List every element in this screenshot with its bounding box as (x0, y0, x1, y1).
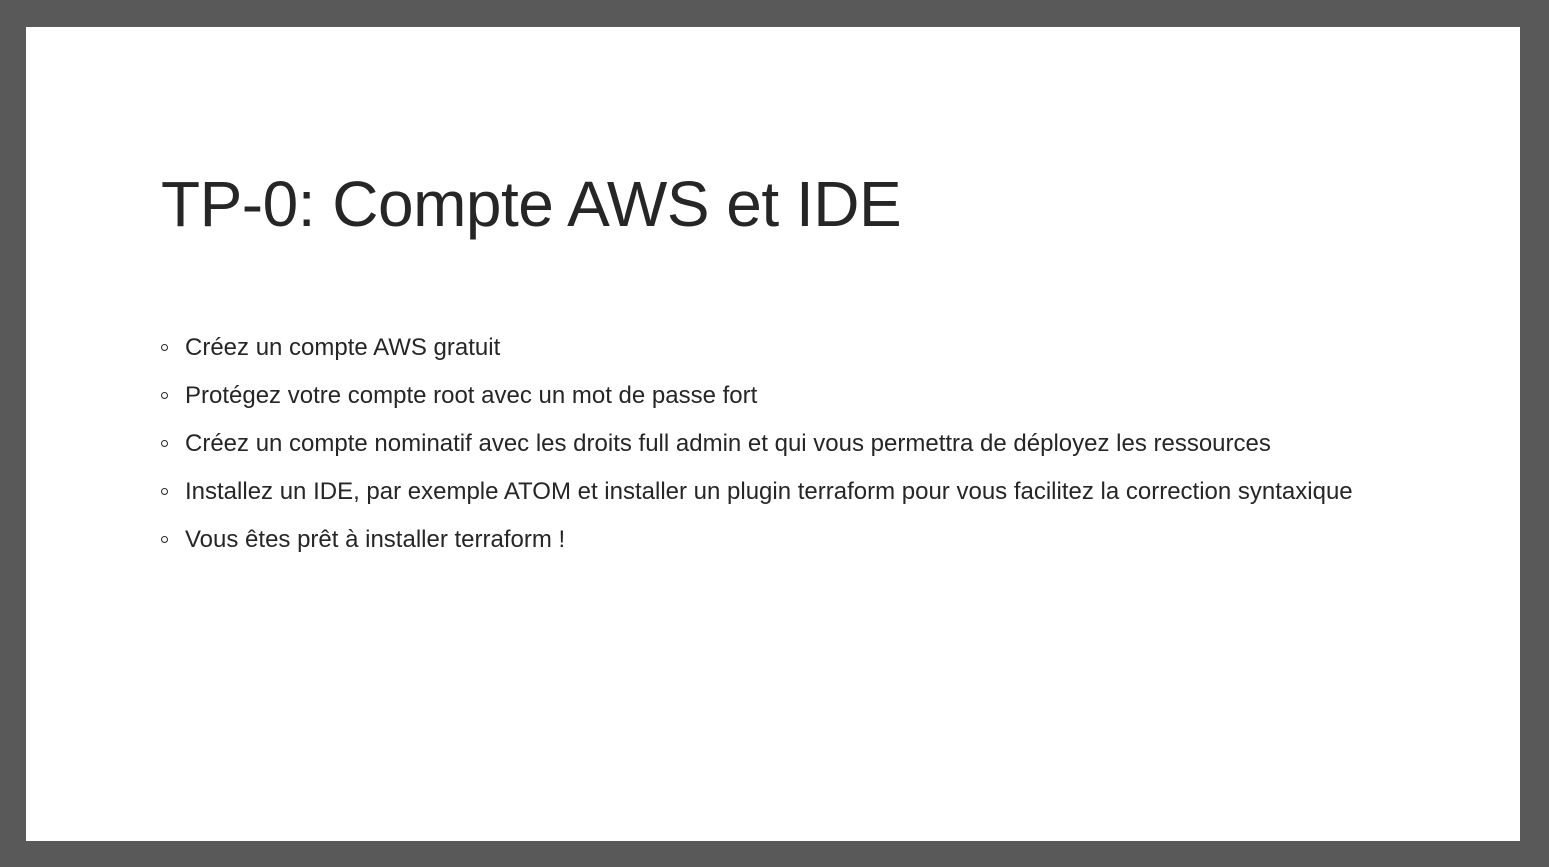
hollow-circle-icon (161, 488, 168, 495)
list-item: Vous êtes prêt à installer terraform ! (161, 524, 1361, 556)
bullet-text: Vous êtes prêt à installer terraform ! (185, 526, 566, 553)
bullet-text: Créez un compte nominatif avec les droit… (185, 430, 1271, 457)
hollow-circle-icon (161, 440, 168, 447)
bullet-text: Créez un compte AWS gratuit (185, 334, 501, 361)
hollow-circle-icon (161, 344, 168, 351)
hollow-circle-icon (161, 536, 168, 543)
list-item: Installez un IDE, par exemple ATOM et in… (161, 476, 1361, 508)
bullet-list: Créez un compte AWS gratuit Protégez vot… (161, 332, 1361, 572)
slide-title: TP-0: Compte AWS et IDE (161, 168, 902, 240)
hollow-circle-icon (161, 392, 168, 399)
bullet-text: Installez un IDE, par exemple ATOM et in… (185, 478, 1353, 505)
bullet-text: Protégez votre compte root avec un mot d… (185, 382, 758, 409)
slide: TP-0: Compte AWS et IDE Créez un compte … (26, 27, 1520, 841)
list-item: Créez un compte nominatif avec les droit… (161, 428, 1361, 460)
list-item: Créez un compte AWS gratuit (161, 332, 1361, 364)
list-item: Protégez votre compte root avec un mot d… (161, 380, 1361, 412)
